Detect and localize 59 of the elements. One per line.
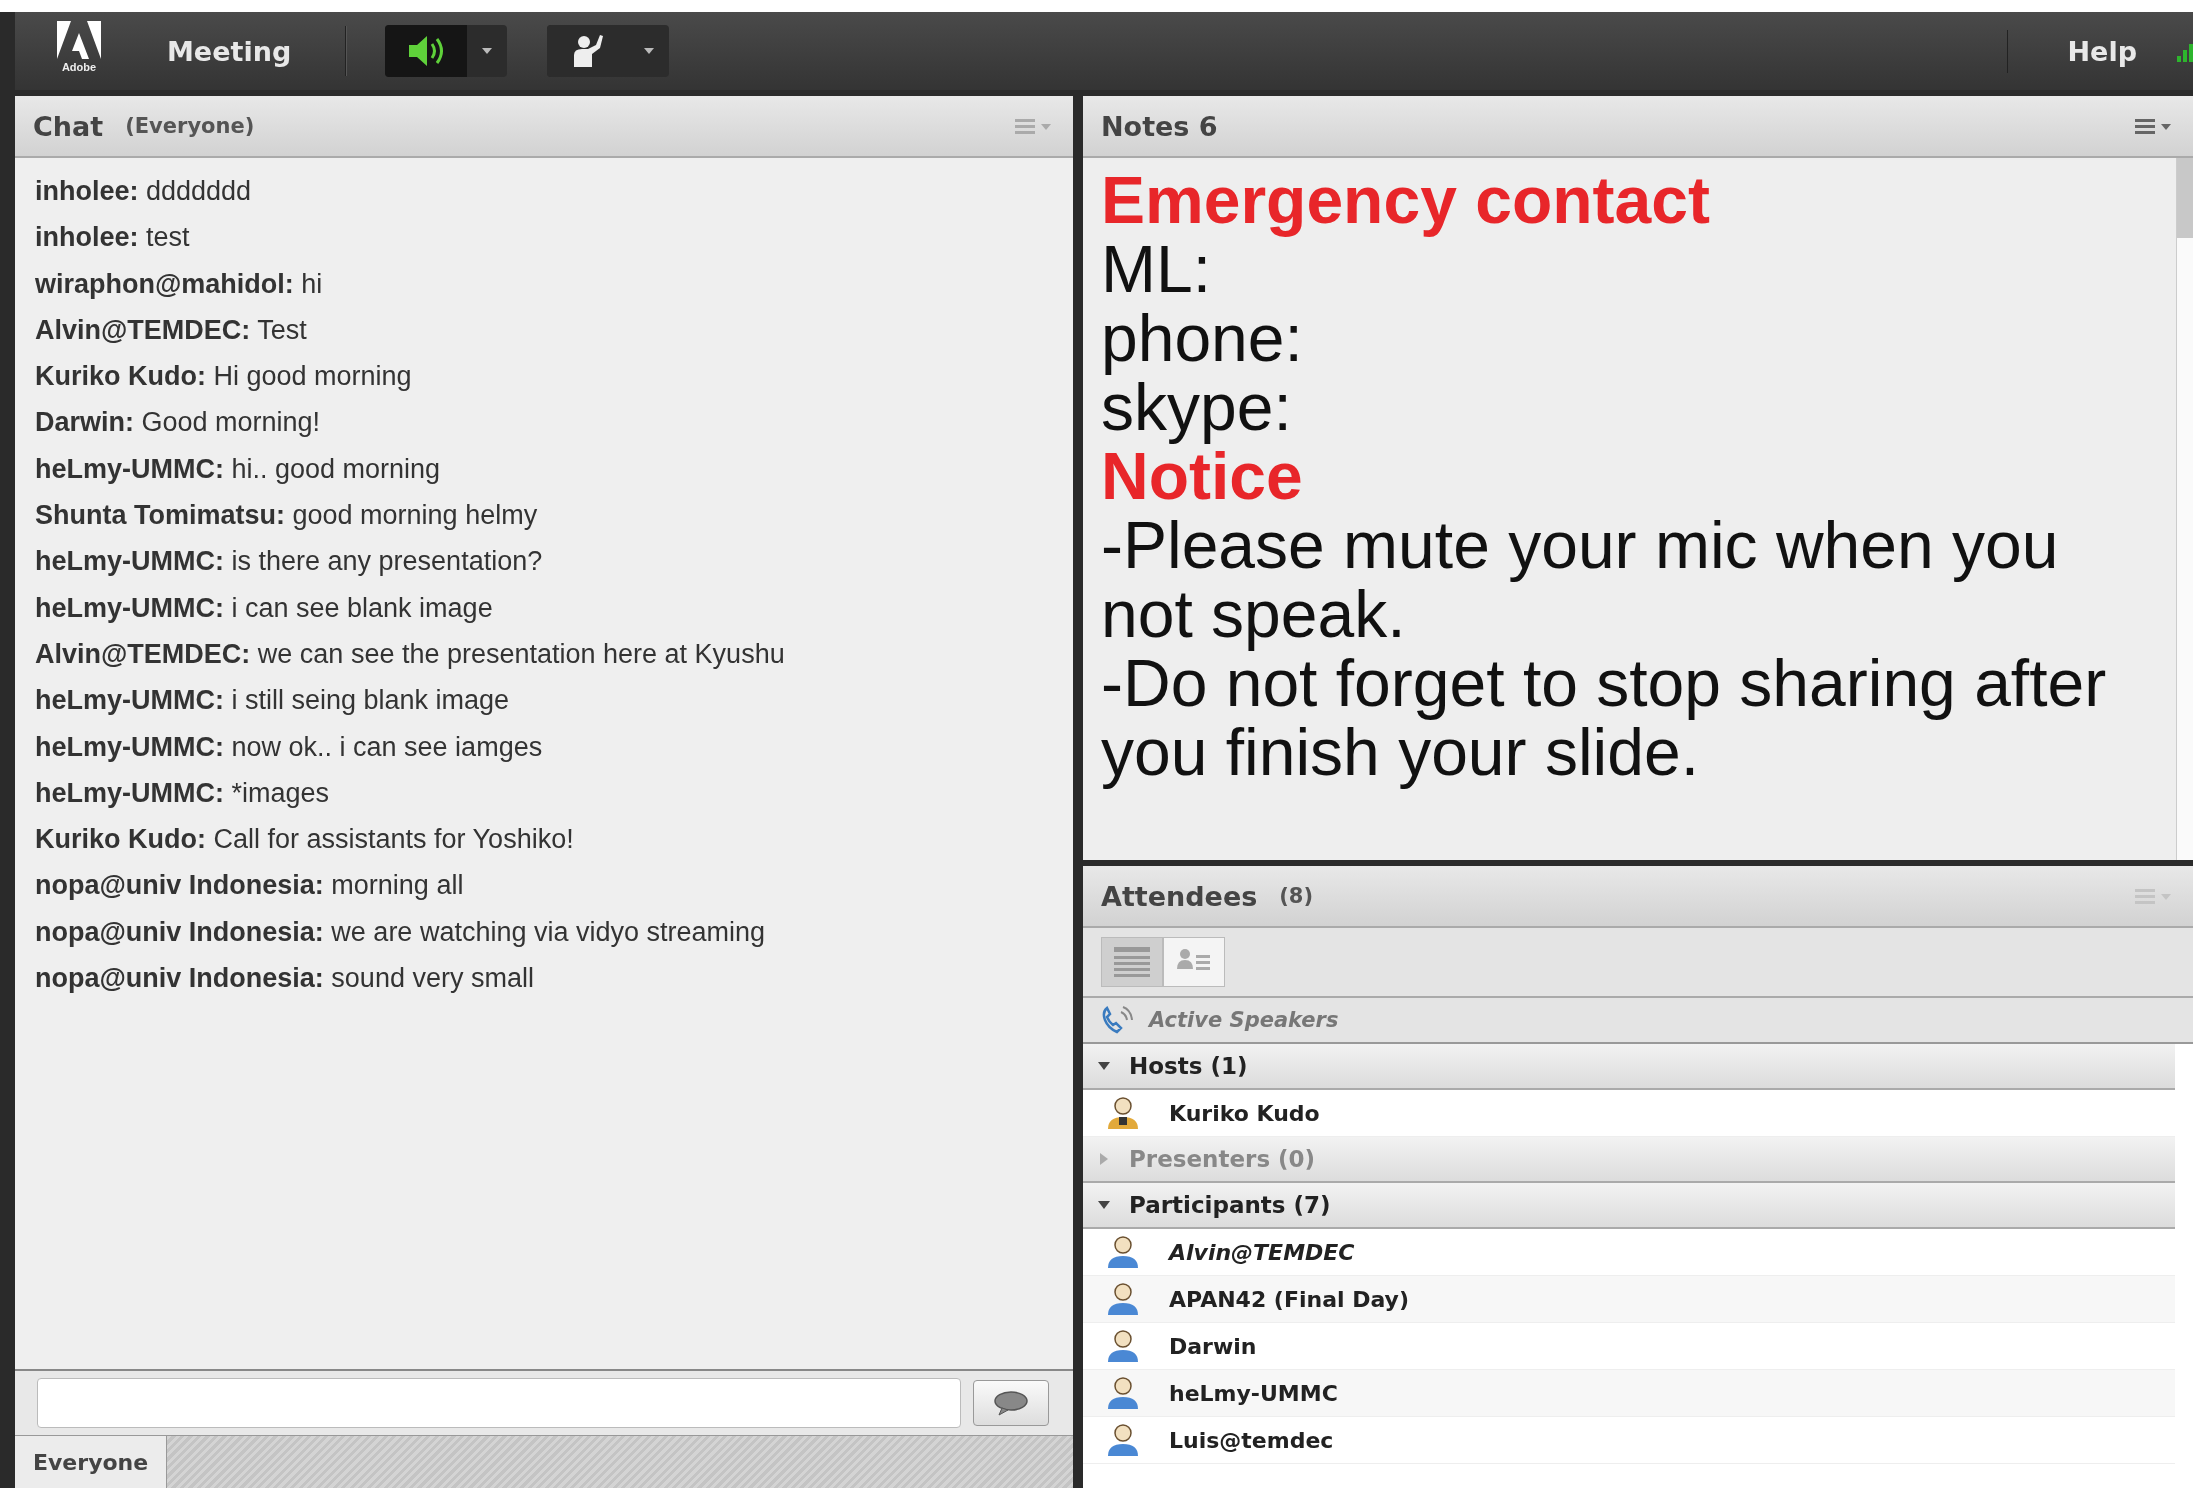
chat-message: nopa@univ Indonesia: morning all xyxy=(35,869,465,903)
chat-message: inholee: test xyxy=(35,221,191,255)
logo-caption: Adobe xyxy=(61,61,97,73)
active-speakers-label: Active Speakers xyxy=(1149,1008,1339,1032)
attendee-name: Alvin@TEMDEC xyxy=(1169,1239,1355,1265)
person-icon xyxy=(1105,1328,1141,1364)
chat-message: Alvin@TEMDEC: we can see the presentation here at Kyushu xyxy=(35,637,786,671)
chat-message: Shunta Tomimatsu: good morning helmy xyxy=(35,499,539,533)
chat-message: wiraphon@mahidol: hi xyxy=(35,267,324,301)
list-view-icon xyxy=(1114,947,1150,977)
attendee-row[interactable]: APAN42 (Final Day) xyxy=(1083,1276,2175,1323)
attendee-name: Kuriko Kudo xyxy=(1169,1100,1320,1126)
raised-hand-person-icon xyxy=(571,33,606,69)
chat-message: nopa@univ Indonesia: we are watching via vidyo streaming xyxy=(35,915,767,949)
chat-message: heLmy-UMMC: hi.. good morning xyxy=(35,452,442,486)
chat-message: heLmy-UMMC: now ok.. i can see iamges xyxy=(35,730,544,764)
attendee-name: APAN42 (Final Day) xyxy=(1169,1286,1409,1312)
recipient-tab[interactable]: Everyone xyxy=(15,1436,168,1488)
send-button[interactable] xyxy=(973,1380,1049,1426)
chat-message: heLmy-UMMC: i still seing blank image xyxy=(35,684,511,718)
panel-title: Attendees xyxy=(1101,880,1258,912)
attendee-name: Darwin xyxy=(1169,1333,1257,1359)
chat-scope: (Everyone) xyxy=(125,114,255,138)
chat-message: Alvin@TEMDEC: Test xyxy=(35,313,308,347)
meeting-menu[interactable]: Meeting xyxy=(157,29,302,73)
attendee-row[interactable]: heLmy-UMMC xyxy=(1083,1370,2175,1417)
logo-mark-icon xyxy=(55,21,103,61)
attendee-row[interactable]: Luis@temdec xyxy=(1083,1417,2175,1464)
note-heading: Emergency contact xyxy=(1101,166,1711,235)
speaker-button[interactable] xyxy=(385,25,468,77)
chat-message: inholee: ddddddd xyxy=(35,175,253,208)
person-icon xyxy=(1105,1375,1141,1411)
view-toggle-button[interactable] xyxy=(1101,937,1163,987)
person-icon xyxy=(1105,1234,1141,1270)
attendee-group-header[interactable]: Hosts (1) xyxy=(1083,1044,2175,1090)
speech-bubble-icon xyxy=(993,1389,1029,1417)
chat-message: heLmy-UMMC: *images xyxy=(35,776,331,810)
chat-message: Kuriko Kudo: Call for assistants for Yoshiko! xyxy=(35,823,575,857)
chat-message: nopa@univ Indonesia: sound very small xyxy=(35,962,535,996)
chat-message: heLmy-UMMC: is there any presentation? xyxy=(35,545,544,579)
person-icon xyxy=(1105,1422,1141,1458)
message-input[interactable] xyxy=(37,1378,961,1428)
chat-message: Kuriko Kudo: Hi good morning xyxy=(35,360,413,394)
chat-message: Darwin: Good morning! xyxy=(35,406,322,440)
view-toggle-button[interactable] xyxy=(1163,937,1225,987)
person-icon xyxy=(1105,1281,1141,1317)
attendee-group-header[interactable]: Participants (7) xyxy=(1083,1183,2175,1229)
attendee-name: Luis@temdec xyxy=(1169,1427,1334,1453)
note-text: ML: xyxy=(1101,235,1212,304)
host-person-icon xyxy=(1105,1095,1141,1131)
chat-message: heLmy-UMMC: i can see blank image xyxy=(35,591,494,625)
note-text: -Please mute your mic when you not speak. xyxy=(1101,511,2060,649)
panel-title: Notes 6 xyxy=(1101,110,1218,142)
note-text: phone: xyxy=(1101,304,1304,373)
attendee-name: heLmy-UMMC xyxy=(1169,1380,1338,1406)
panel-title: Chat xyxy=(33,110,104,142)
phone-icon xyxy=(1101,1004,1135,1036)
attendee-count: (8) xyxy=(1279,884,1314,908)
speaker-icon xyxy=(407,33,446,69)
